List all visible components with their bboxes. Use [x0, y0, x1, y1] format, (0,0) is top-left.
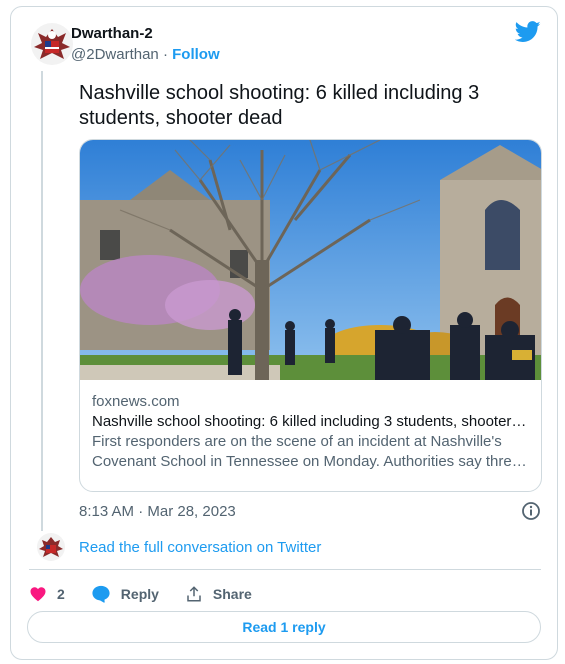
- link-domain: foxnews.com: [92, 393, 180, 410]
- share-icon: [187, 586, 201, 602]
- read-full-conversation-link[interactable]: Read the full conversation on Twitter: [79, 539, 321, 556]
- action-bar: 2 Reply Share: [29, 582, 278, 606]
- author-avatar[interactable]: [31, 23, 73, 65]
- link-title[interactable]: Nashville school shooting: 6 killed incl…: [92, 412, 529, 432]
- reply-author-avatar[interactable]: [37, 533, 65, 561]
- heart-icon: [30, 587, 46, 602]
- like-button[interactable]: 2: [29, 585, 65, 603]
- link-preview-card[interactable]: foxnews.com Nashville school shooting: 6…: [79, 139, 542, 492]
- share-button[interactable]: Share: [185, 585, 252, 603]
- divider: [29, 569, 541, 570]
- article-image: [80, 140, 541, 380]
- read-reply-button[interactable]: Read 1 reply: [27, 611, 541, 643]
- author-display-name[interactable]: Dwarthan-2: [71, 25, 153, 42]
- tweet-timestamp[interactable]: 8:13 AM · Mar 28, 2023: [79, 503, 236, 520]
- link-description: First responders are on the scene of an …: [92, 433, 521, 470]
- author-handle[interactable]: @2Dwarthan: [71, 46, 159, 63]
- twitter-bird-icon[interactable]: [515, 21, 541, 43]
- reply-button[interactable]: Reply: [91, 585, 159, 603]
- thread-line: [41, 71, 43, 531]
- link-card-meta: foxnews.com Nashville school shooting: 6…: [80, 380, 541, 472]
- info-icon[interactable]: [521, 501, 541, 521]
- handle-separator: ·: [162, 46, 168, 63]
- share-label: Share: [212, 586, 252, 602]
- follow-button[interactable]: Follow: [172, 46, 220, 63]
- reply-bubble-icon: [92, 585, 110, 603]
- tweet-text: Nashville school shooting: 6 killed incl…: [79, 82, 480, 129]
- reply-label: Reply: [120, 586, 159, 602]
- tweet-embed-card: Dwarthan-2 @2Dwarthan · Follow Nashville…: [10, 6, 558, 660]
- author-handle-row: @2Dwarthan · Follow: [71, 46, 220, 63]
- like-count: 2: [57, 586, 65, 602]
